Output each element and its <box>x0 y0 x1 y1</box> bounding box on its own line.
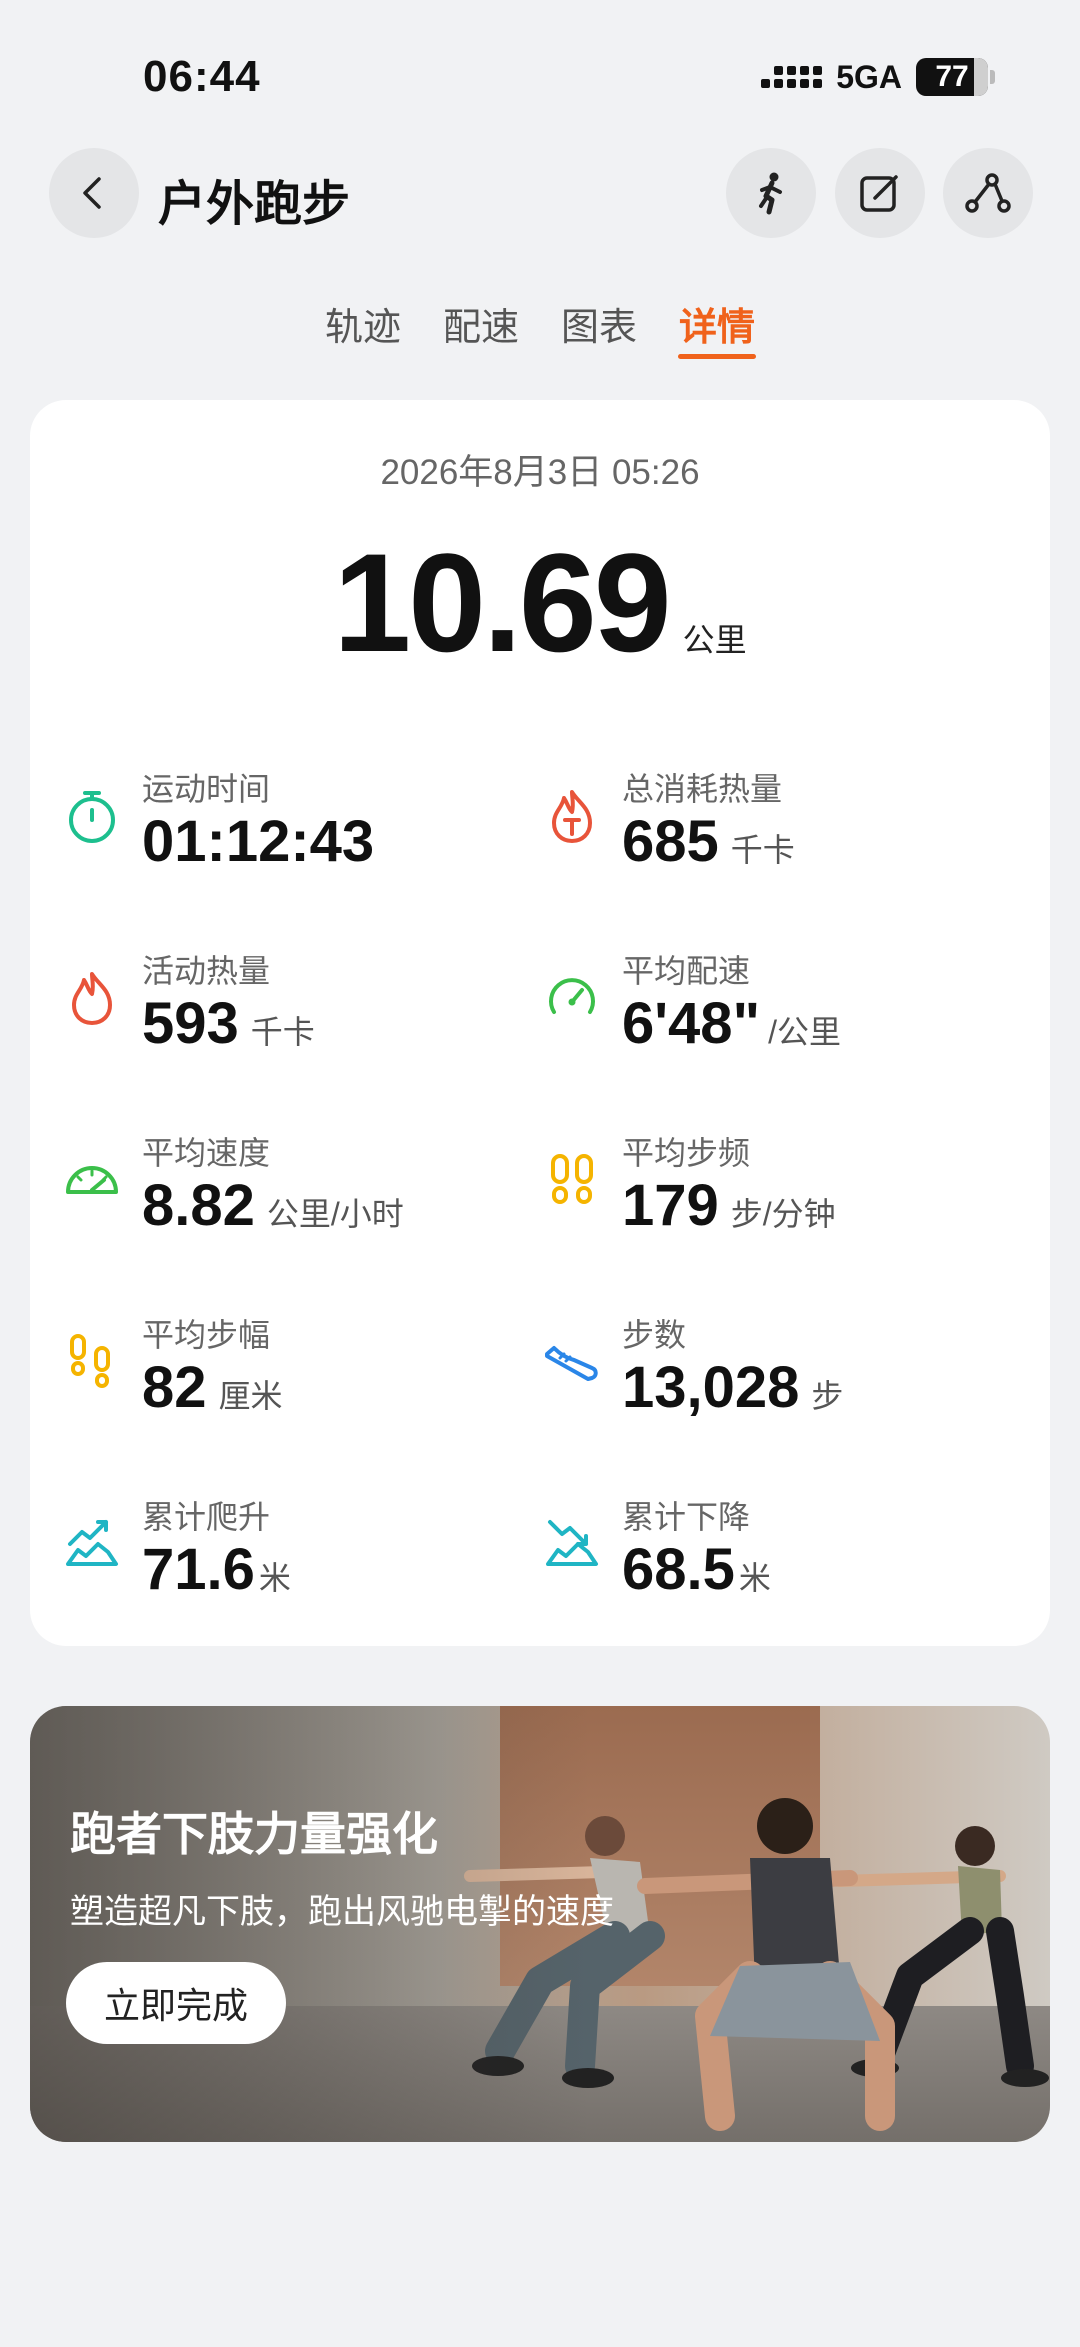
distance-value: 10.69 <box>333 524 671 681</box>
metric-label: 平均步频 <box>622 1135 751 1171</box>
metric-unit: 米 <box>738 1560 771 1596</box>
battery-level: 77 <box>935 60 969 93</box>
chevron-left-icon <box>83 177 101 209</box>
banner-subtitle: 塑造超凡下肢，跑出风驰电掣的速度 <box>70 1893 614 1931</box>
metric-unit: 步/分钟 <box>730 1196 836 1232</box>
metric-label: 累计爬升 <box>142 1499 271 1535</box>
metric-unit: 千卡 <box>730 832 795 868</box>
banner-title: 跑者下肢力量强化 <box>70 1808 438 1860</box>
battery-icon: 77 <box>916 58 995 96</box>
metric-unit: 厘米 <box>218 1378 283 1414</box>
distance-unit: 公里 <box>682 622 747 658</box>
tab-chart[interactable]: 图表 <box>540 296 658 366</box>
running-mode-button[interactable] <box>726 148 816 238</box>
tab-pace[interactable]: 配速 <box>422 296 540 366</box>
edit-button[interactable] <box>835 148 925 238</box>
status-bar: 06:44 5GA 77 <box>0 0 1080 150</box>
metric-value: 685 <box>622 809 719 874</box>
edit-icon <box>860 175 898 212</box>
metric-duration: 运动时间 01:12:43 <box>62 764 542 884</box>
ascent-icon <box>66 1520 118 1566</box>
metric-descent: 累计下降 68.5 米 <box>542 1492 1022 1612</box>
metric-value: 82 <box>142 1355 207 1420</box>
metric-unit: 千卡 <box>250 1014 315 1050</box>
back-button[interactable] <box>49 148 139 238</box>
stopwatch-icon <box>69 791 115 843</box>
signal-icon <box>761 66 823 88</box>
page-title: 户外跑步 <box>158 178 351 231</box>
metric-avg-cadence: 平均步频 179 步/分钟 <box>542 1128 1022 1248</box>
metric-label: 平均配速 <box>622 953 751 989</box>
runner-icon <box>759 172 782 215</box>
app-header: 户外跑步 <box>0 148 1080 238</box>
metric-active-calories: 活动热量 593 千卡 <box>62 946 542 1066</box>
route-button[interactable] <box>943 148 1033 238</box>
status-time: 06:44 <box>143 52 261 101</box>
metric-label: 累计下降 <box>622 1499 751 1535</box>
metric-steps: 步数 13,028 步 <box>542 1310 1022 1430</box>
metric-unit: 公里/小时 <box>266 1196 404 1232</box>
metric-value: 01:12:43 <box>142 809 375 874</box>
metric-label: 活动热量 <box>142 953 271 989</box>
descent-icon <box>546 1520 598 1566</box>
workout-datetime: 2026年8月3日 05:26 <box>380 453 700 492</box>
complete-now-button[interactable]: 立即完成 <box>66 1962 286 2044</box>
metric-unit: 步 <box>811 1378 844 1414</box>
metric-value: 6'48" <box>622 991 761 1056</box>
tab-details[interactable]: 详情 <box>658 296 776 366</box>
pace-gauge-icon <box>549 978 595 1014</box>
flame-icon <box>72 972 112 1025</box>
flame-total-icon <box>552 790 592 843</box>
metric-value: 593 <box>142 991 239 1056</box>
metric-label: 平均步幅 <box>142 1317 271 1353</box>
workout-detail-card: 2026年8月3日 05:26 10.69 公里 运动时间 01:12:43 总… <box>30 400 1050 1646</box>
stride-icon <box>70 1334 110 1388</box>
network-type: 5GA <box>836 58 902 95</box>
route-icon <box>965 173 1011 213</box>
metric-avg-speed: 平均速度 8.82 公里/小时 <box>62 1128 542 1248</box>
metric-label: 步数 <box>622 1317 687 1353</box>
metric-value: 68.5 <box>622 1537 735 1602</box>
metric-avg-pace: 平均配速 6'48" /公里 <box>542 946 1022 1066</box>
tab-bar: 轨迹 配速 图表 详情 <box>0 296 1080 366</box>
metric-ascent: 累计爬升 71.6 米 <box>62 1492 542 1612</box>
tab-track[interactable]: 轨迹 <box>304 296 422 366</box>
metric-unit: 米 <box>258 1560 291 1596</box>
status-icons: 5GA 77 <box>761 58 995 96</box>
metric-label: 平均速度 <box>142 1135 271 1171</box>
metric-label: 总消耗热量 <box>622 771 783 807</box>
metric-value: 8.82 <box>142 1173 255 1238</box>
metric-value: 179 <box>622 1173 719 1238</box>
training-promo-banner[interactable]: 跑者下肢力量强化 塑造超凡下肢，跑出风驰电掣的速度 立即完成 <box>30 1706 1050 2142</box>
speedometer-icon <box>66 1166 118 1194</box>
footprints-icon <box>551 1154 593 1204</box>
metric-unit: /公里 <box>768 1014 841 1050</box>
distance-display: 10.69 公里 <box>30 522 1050 684</box>
metric-total-calories: 总消耗热量 685 千卡 <box>542 764 1022 884</box>
metric-value: 71.6 <box>142 1537 255 1602</box>
shoe-icon <box>545 1346 598 1381</box>
metric-label: 运动时间 <box>142 771 271 807</box>
metric-avg-stride: 平均步幅 82 厘米 <box>62 1310 542 1430</box>
metric-value: 13,028 <box>622 1355 800 1420</box>
